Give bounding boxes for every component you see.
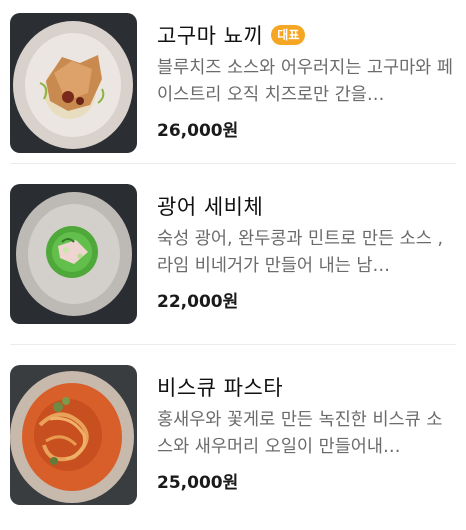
menu-item-description: 숙성 광어, 완두콩과 민트로 만든 소스 , 라임 비네거가 만들어 내는 남…: [157, 229, 444, 276]
menu-item-info: 비스큐 파스타 홍새우와 꽃게로 만든 녹진한 비스큐 소스와 새우머리 오일이…: [157, 365, 456, 493]
menu-item-flatfish-ceviche[interactable]: 광어 세비체 숙성 광어, 완두콩과 민트로 만든 소스 , 라임 비네거가 만…: [10, 164, 456, 326]
dish-gnocchi-image: [10, 13, 137, 153]
title-row: 비스큐 파스타: [157, 369, 456, 405]
menu-item-info: 광어 세비체 숙성 광어, 완두콩과 민트로 만든 소스 , 라임 비네거가 만…: [157, 184, 456, 312]
menu-item-bisque-pasta[interactable]: 비스큐 파스타 홍새우와 꽃게로 만든 녹진한 비스큐 소스와 새우머리 오일이…: [10, 345, 456, 515]
title-row: 고구마 뇨끼 대표: [157, 17, 456, 53]
menu-item-description: 블루치즈 소스와 어우러지는 고구마와 페이스트리 오직 치즈로만 간을…: [157, 58, 453, 105]
dish-pasta-image: [10, 365, 137, 505]
menu-item-title: 광어 세비체: [157, 195, 264, 219]
dish-ceviche-image: [10, 184, 137, 324]
menu-item-sweet-potato-gnocchi[interactable]: 고구마 뇨끼 대표 블루치즈 소스와 어우러지는 고구마와 페이스트리 오직 치…: [10, 0, 456, 153]
menu-item-title: 비스큐 파스타: [157, 376, 284, 400]
menu-item-price: 25,000원: [157, 473, 239, 493]
title-row: 광어 세비체: [157, 188, 456, 224]
menu-item-price: 26,000원: [157, 121, 239, 141]
menu-item-price: 22,000원: [157, 292, 239, 312]
menu-item-description: 홍새우와 꽃게로 만든 녹진한 비스큐 소스와 새우머리 오일이 만들어내…: [157, 410, 443, 457]
signature-badge: 대표: [271, 25, 306, 45]
menu-list: 고구마 뇨끼 대표 블루치즈 소스와 어우러지는 고구마와 페이스트리 오직 치…: [0, 0, 466, 515]
menu-item-info: 고구마 뇨끼 대표 블루치즈 소스와 어우러지는 고구마와 페이스트리 오직 치…: [157, 13, 456, 141]
menu-item-title: 고구마 뇨끼: [157, 24, 264, 48]
